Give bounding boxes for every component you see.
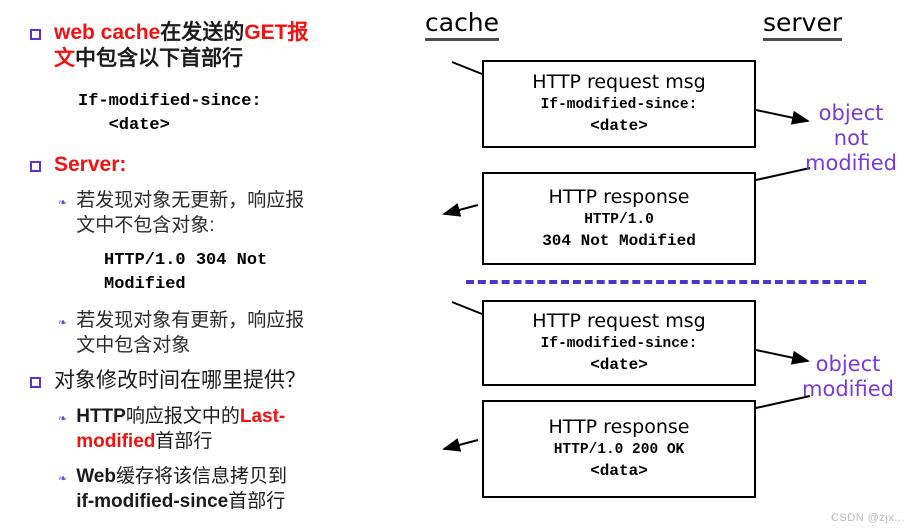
text-span: HTTP — [76, 406, 126, 427]
message-code-line: If-modified-since: — [540, 97, 698, 113]
code-block-304: HTTP/1.0 304 Not Modified — [104, 249, 267, 297]
message-code-line: <data> — [590, 462, 648, 480]
message-box-response-2: HTTP response HTTP/1.0 200 OK <data> — [482, 400, 756, 498]
code-line: If-modified-since: — [78, 92, 262, 111]
text-span: modified — [76, 431, 156, 452]
bullet-line: if-modified-since首部行 — [76, 489, 287, 514]
text-span: 在发送的 — [160, 21, 245, 44]
bullet-line: 若发现对象有更新，响应报 — [76, 310, 305, 331]
annotation-line: not — [833, 126, 869, 150]
bullet-line: HTTP响应报文中的Last- — [76, 404, 285, 429]
section-divider — [466, 280, 866, 284]
bullet-text-block: HTTP响应报文中的Last- modified首部行 — [76, 404, 285, 454]
diamond-bullet-icon: ❧ — [58, 316, 68, 329]
message-title: HTTP request msg — [532, 310, 706, 332]
code-block-if-modified-since: If-modified-since: <date> — [78, 90, 262, 138]
bullet-text-block: Web缓存将该信息拷贝到 if-modified-since首部行 — [76, 464, 287, 514]
message-code-line: 304 Not Modified — [542, 231, 696, 250]
bullet-item-has-update: ❧ 若发现对象有更新，响应报 文中包含对象 — [58, 308, 408, 358]
sequence-diagram: cache server HTTP request msg If-modifie… — [420, 0, 913, 530]
annotation-line: object — [815, 352, 881, 376]
bullet-item-web-cache-copy: ❧ Web缓存将该信息拷贝到 if-modified-since首部行 — [58, 464, 418, 514]
bullet-line: Server: — [54, 152, 126, 178]
bullet-line: 文中包含以下首部行 — [54, 46, 308, 72]
bullet-text-block: web cache在发送的GET报 文中包含以下首部行 — [54, 20, 308, 72]
annotation-object-not-modified: object not modified — [792, 101, 910, 176]
message-box-response-1: HTTP response HTTP/1.0 304 Not Modified — [482, 172, 756, 265]
text-span: Last- — [239, 406, 286, 427]
message-box-request-1: HTTP request msg If-modified-since: <dat… — [482, 60, 756, 148]
bullet-item-where-modtime: 对象修改时间在哪里提供？ — [30, 368, 420, 394]
message-title: HTTP response — [548, 185, 690, 208]
text-span: 首部行 — [228, 491, 286, 512]
slide-canvas: web cache在发送的GET报 文中包含以下首部行 If-modified-… — [0, 0, 913, 530]
message-title: HTTP response — [548, 416, 690, 438]
message-title: HTTP request msg — [532, 71, 706, 93]
bullet-line: 对象修改时间在哪里提供？ — [54, 369, 306, 392]
annotation-line: modified — [805, 151, 897, 175]
diagram-heading-cache: cache — [425, 8, 500, 41]
text-span: if-modified-since — [76, 491, 229, 512]
code-line: HTTP/1.0 304 Not — [104, 251, 268, 270]
left-text-column: web cache在发送的GET报 文中包含以下首部行 If-modified-… — [0, 0, 420, 530]
text-span: web cache — [54, 21, 161, 44]
bullet-line: modified首部行 — [76, 429, 285, 454]
bullet-line: 文中包含对象 — [76, 335, 191, 356]
text-span: Web — [76, 466, 116, 487]
text-span: 中包含以下首部行 — [75, 47, 243, 70]
message-box-request-2: HTTP request msg If-modified-since: <dat… — [482, 300, 756, 386]
annotation-line: object — [818, 101, 884, 125]
bullet-item-web-cache: web cache在发送的GET报 文中包含以下首部行 — [30, 20, 410, 72]
annotation-line: modified — [802, 377, 894, 401]
text-span: GET — [244, 21, 288, 44]
bullet-text-block: Server: — [54, 152, 126, 178]
bullet-line: 若发现对象无更新，响应报 — [76, 190, 305, 211]
diamond-bullet-icon: ❧ — [58, 472, 68, 485]
square-bullet-icon — [30, 29, 41, 40]
bullet-item-server: Server: — [30, 152, 410, 178]
message-code-line: <date> — [590, 356, 648, 374]
diamond-bullet-icon: ❧ — [58, 196, 68, 209]
code-line: Modified — [104, 275, 186, 294]
text-span: 首部行 — [155, 431, 213, 452]
text-span: 缓存将该信息拷贝到 — [115, 466, 287, 487]
bullet-text-block: 若发现对象无更新，响应报 文中不包含对象: — [76, 188, 304, 238]
message-code-line: HTTP/1.0 — [584, 211, 654, 228]
text-span: Server: — [54, 153, 127, 176]
csdn-watermark: CSDN @zjx... — [830, 512, 905, 524]
bullet-text-block: 对象修改时间在哪里提供？ — [54, 368, 306, 394]
bullet-text-block: 若发现对象有更新，响应报 文中包含对象 — [76, 308, 304, 358]
code-line: <date> — [78, 116, 170, 135]
bullet-line: web cache在发送的GET报 — [54, 20, 308, 46]
bullet-line: 文中不包含对象: — [76, 215, 215, 236]
text-span: 报 — [287, 21, 309, 44]
diamond-bullet-icon: ❧ — [58, 412, 68, 425]
bullet-item-last-modified: ❧ HTTP响应报文中的Last- modified首部行 — [58, 404, 408, 454]
square-bullet-icon — [30, 377, 41, 388]
square-bullet-icon — [30, 161, 41, 172]
bullet-item-no-update: ❧ 若发现对象无更新，响应报 文中不包含对象: — [58, 188, 408, 238]
bullet-line: Web缓存将该信息拷贝到 — [76, 464, 287, 489]
message-code-line: <date> — [590, 117, 648, 135]
message-code-line: HTTP/1.0 200 OK — [553, 442, 685, 458]
annotation-object-modified: object modified — [784, 352, 912, 402]
diagram-heading-server: server — [763, 8, 843, 41]
text-span: 文 — [54, 47, 75, 70]
text-span: 响应报文中的 — [125, 406, 240, 427]
message-code-line: If-modified-since: — [540, 336, 698, 352]
